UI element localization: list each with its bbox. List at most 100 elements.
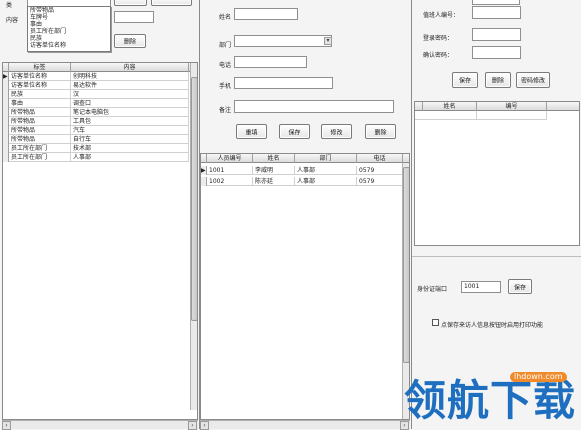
- id-port-input[interactable]: 1001: [461, 281, 501, 293]
- grid-header-staff-no[interactable]: 人员编号: [207, 154, 253, 163]
- cell-dept: 人事部: [295, 166, 357, 175]
- cell-content: 汽车: [71, 126, 189, 135]
- save-button[interactable]: 保存: [452, 72, 478, 88]
- mobile-input[interactable]: [234, 77, 333, 89]
- cell-tag: 访客单位名称: [9, 81, 71, 90]
- confirm-pwd-input[interactable]: [472, 46, 521, 59]
- table-row[interactable]: 员工所在部门 技术部: [3, 144, 189, 153]
- cell-dept: 人事部: [295, 177, 357, 186]
- left-panel: 类 内容 删除 所带物品 车牌号 事由 员工所在部门 民族 访客单位名称 标签 …: [0, 0, 198, 430]
- dropdown-option[interactable]: 事由: [28, 21, 110, 28]
- tag-content-grid[interactable]: 标签 内容 ▶ 访客单位名称 创明科技 访客单位名称 易达软件 民族汉事由 调查口 所带物品笔…: [2, 62, 198, 420]
- table-row[interactable]: 所带物品 笔记本电脑包: [3, 108, 189, 117]
- table-row[interactable]: 民族汉: [3, 90, 189, 99]
- name-label: 姓名: [219, 14, 232, 21]
- cell-tag: 访客单位名称: [9, 72, 71, 81]
- divider: [412, 256, 581, 257]
- cell-content: 技术部: [71, 144, 189, 153]
- change-password-button[interactable]: 密码修改: [516, 72, 550, 88]
- dropdown-option[interactable]: 访客单位名称: [28, 42, 110, 49]
- table-row[interactable]: 所带物品 工具包: [3, 117, 189, 126]
- cell-tag: 所带物品: [9, 108, 71, 117]
- scroll-thumb[interactable]: [403, 167, 409, 363]
- cell-staff-no: 1001: [207, 166, 253, 175]
- watermark-url: lhdown.com: [510, 372, 567, 382]
- delete-button[interactable]: 删除: [485, 72, 511, 88]
- save-button[interactable]: 保存: [279, 124, 310, 139]
- print-checkbox-label: 点保存来访人信息按钮时启用打印功能: [441, 322, 544, 329]
- right-panel: 值班人编号： 登录密码： 确认密码： 保存 删除 密码修改 姓名 编号 身份证端…: [412, 0, 581, 429]
- watermark-text: 领航下载: [404, 376, 577, 425]
- table-row[interactable]: 访客单位名称 易达软件: [3, 81, 189, 90]
- grid-header-name[interactable]: 姓名: [253, 154, 295, 163]
- login-pwd-input[interactable]: [472, 28, 521, 41]
- modify-button[interactable]: 修改: [321, 124, 352, 139]
- duty-grid[interactable]: 姓名 编号: [414, 101, 580, 246]
- grid-header-no[interactable]: 编号: [477, 102, 547, 111]
- cell-tag: 所带物品: [9, 135, 71, 144]
- cell-tag: 民族: [9, 90, 71, 99]
- content-input[interactable]: [114, 11, 154, 23]
- content-label: 内容: [6, 17, 19, 24]
- dept-select[interactable]: [234, 35, 332, 47]
- grid-header-tag[interactable]: 标签: [9, 63, 71, 72]
- type-dropdown-list[interactable]: 所带物品 车牌号 事由 员工所在部门 民族 访客单位名称: [27, 6, 111, 52]
- grid-header-content[interactable]: 内容: [71, 63, 189, 72]
- cell-content: 人事部: [71, 153, 189, 162]
- delete-button[interactable]: 删除: [365, 124, 396, 139]
- type-label: 类: [6, 2, 13, 9]
- cell-name: 李威明: [253, 166, 295, 175]
- dropdown-option[interactable]: 所带物品: [28, 7, 110, 14]
- reset-button[interactable]: 重填: [236, 124, 267, 139]
- dropdown-option[interactable]: 车牌号: [28, 14, 110, 21]
- cell-content: 自行车: [71, 135, 189, 144]
- grid-header-phone[interactable]: 电话: [357, 154, 403, 163]
- cell-content: 创明科技: [71, 72, 189, 81]
- top-button-1[interactable]: [114, 0, 147, 6]
- id-label: 值班人编号：: [423, 12, 460, 19]
- confirm-pwd-label: 确认密码：: [423, 52, 454, 59]
- grid-header: 姓名 编号: [415, 102, 579, 111]
- table-row[interactable]: ▶ 访客单位名称 创明科技: [3, 72, 189, 81]
- table-row[interactable]: 所带物品 自行车: [3, 135, 189, 144]
- name-input[interactable]: [234, 8, 298, 20]
- dropdown-option[interactable]: 民族: [28, 35, 110, 42]
- delete-button[interactable]: 删除: [114, 34, 146, 48]
- cell-tag: 所带物品: [9, 126, 71, 135]
- staff-grid[interactable]: 人员编号 姓名 部门 电话 ▶ 1001 李威明 人事部 0579 1002 陈亦廷 人事部 0…: [200, 153, 410, 420]
- cell-content: 易达软件: [71, 81, 189, 90]
- table-row[interactable]: [415, 111, 547, 120]
- grid-header: 人员编号 姓名 部门 电话: [201, 154, 409, 163]
- print-checkbox[interactable]: [432, 319, 439, 326]
- phone-input[interactable]: [234, 56, 307, 68]
- cell-staff-no: 1002: [207, 177, 253, 186]
- remark-input[interactable]: [234, 100, 394, 113]
- cell-content: 工具包: [71, 117, 189, 126]
- dropdown-option[interactable]: 员工所在部门: [28, 28, 110, 35]
- phone-label: 电话: [219, 62, 232, 69]
- login-pwd-label: 登录密码：: [423, 35, 454, 42]
- table-row[interactable]: 1002 陈亦廷 人事部 0579: [201, 177, 403, 186]
- cell-content: 笔记本电脑包: [71, 108, 189, 117]
- id-port-label: 身份证端口: [417, 286, 448, 293]
- left-hscroll[interactable]: ‹ ›: [2, 420, 198, 430]
- table-row[interactable]: 所带物品 汽车: [3, 126, 189, 135]
- cell-name: 陈亦廷: [253, 177, 295, 186]
- top-button-2[interactable]: [151, 0, 192, 6]
- id-port-save-button[interactable]: 保存: [508, 279, 532, 294]
- left-grid-vscroll[interactable]: [190, 63, 197, 410]
- middle-hscroll[interactable]: ‹ ›: [200, 420, 410, 430]
- grid-header-name[interactable]: 姓名: [423, 102, 477, 111]
- cell-phone: 0579: [357, 166, 403, 175]
- grid-header-dept[interactable]: 部门: [295, 154, 357, 163]
- cell-tag: 员工所在部门: [9, 153, 71, 162]
- chevron-down-icon[interactable]: ▾: [324, 37, 332, 45]
- scroll-thumb[interactable]: [191, 77, 197, 321]
- top-input[interactable]: [472, 0, 520, 5]
- table-row[interactable]: 事由 调查口: [3, 99, 189, 108]
- table-row[interactable]: ▶ 1001 李威明 人事部 0579: [201, 166, 403, 175]
- id-input[interactable]: [472, 6, 521, 19]
- cell-tag: 事由: [9, 99, 71, 108]
- watermark-logo: 领航下载 lhdown.com: [404, 372, 580, 428]
- table-row[interactable]: 员工所在部门 人事部: [3, 153, 189, 162]
